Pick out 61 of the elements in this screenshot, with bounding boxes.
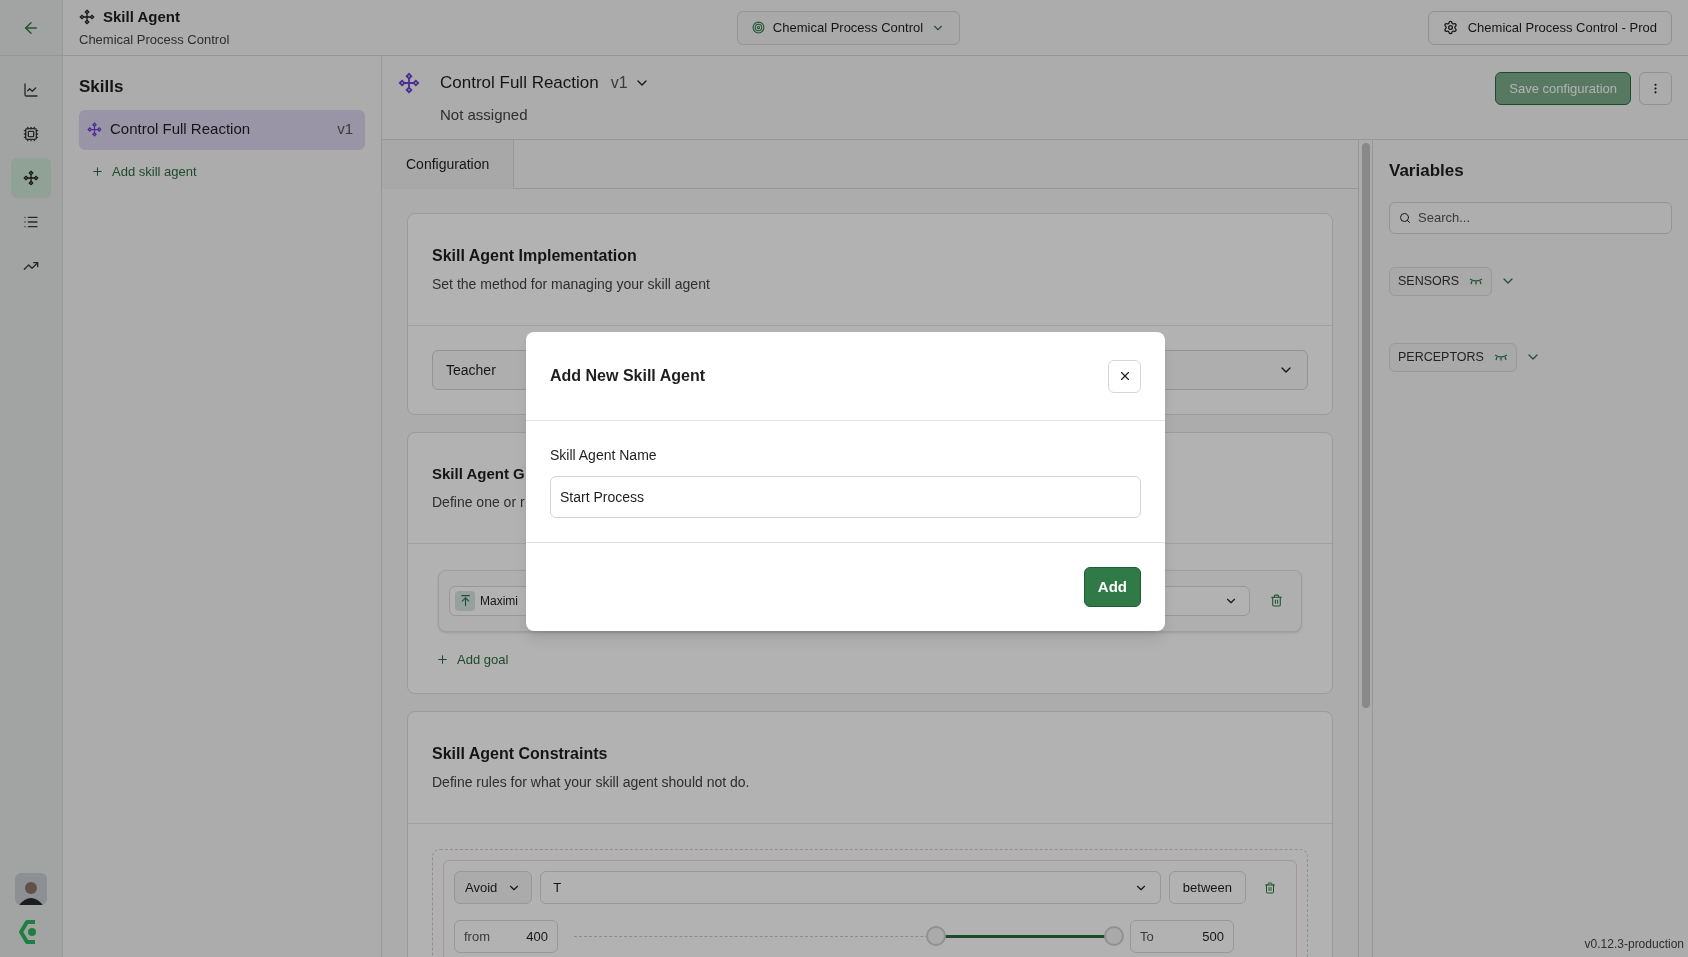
nodes-icon — [79, 8, 95, 25]
operator-select[interactable]: between — [1168, 871, 1246, 904]
dialog-title: Add New Skill Agent — [550, 366, 705, 386]
tab[interactable]: Configuration — [382, 140, 515, 189]
field-label: Skill Agent Name — [550, 446, 657, 465]
panel-title: Variables — [1389, 160, 1464, 182]
range-thumb[interactable] — [1104, 925, 1124, 946]
target-icon — [751, 21, 765, 34]
from-field[interactable]: from 400 — [454, 920, 558, 953]
name-input[interactable]: Start Process — [550, 476, 1141, 518]
version-label: v1 — [337, 119, 353, 140]
trash-icon — [1264, 881, 1276, 894]
plus-icon — [436, 652, 449, 666]
project-select[interactable]: Chemical Process Control — [736, 10, 961, 45]
card-title: Skill Agent Constraints — [432, 744, 608, 764]
range-thumb[interactable] — [925, 925, 946, 946]
nodes-icon — [398, 72, 420, 94]
skill-name: Control Full Reaction — [110, 119, 252, 140]
scrollbar-thumb[interactable] — [1361, 143, 1370, 708]
group-tag[interactable]: SENSORS — [1389, 266, 1493, 296]
skill-item[interactable]: Control Full Reaction v1 — [79, 109, 365, 150]
trash-icon — [1270, 594, 1283, 607]
version-text: v0.12.3-production — [1584, 936, 1684, 953]
variable-select[interactable]: T — [540, 871, 1161, 904]
field-label: from — [464, 927, 490, 946]
group-tag[interactable]: PERCEPTORS — [1389, 342, 1517, 372]
mode-select[interactable]: Avoid — [454, 871, 533, 904]
eye-closed-icon — [1493, 353, 1508, 361]
field-label: To — [1140, 927, 1154, 946]
avatar[interactable] — [15, 873, 47, 905]
card-title: Skill Agent Implementation — [432, 246, 637, 266]
skill-title: Control Full Reaction — [440, 72, 599, 94]
to-field[interactable]: To 500 — [1130, 920, 1234, 953]
field-value: 400 — [526, 927, 548, 946]
close-button[interactable] — [1108, 359, 1141, 393]
plus-icon — [91, 164, 104, 178]
card-title: Skill Agent G — [432, 464, 525, 484]
page-title: Skill Agent — [103, 6, 180, 27]
card-description: Define one or r — [432, 492, 525, 512]
eye-closed-icon — [1469, 277, 1484, 285]
deployment-button[interactable]: Chemical Process Control - Prod — [1427, 10, 1672, 45]
list-icon — [23, 214, 39, 230]
gear-icon — [1442, 20, 1458, 35]
arrow-up-icon — [458, 594, 472, 607]
page-subtitle: Chemical Process Control — [79, 31, 230, 49]
add-goal-link[interactable]: Add goal — [436, 649, 509, 669]
version-select[interactable]: v1 — [610, 70, 650, 95]
nav-button[interactable] — [11, 158, 51, 198]
line-chart-icon — [23, 82, 39, 98]
nodes-icon — [23, 170, 39, 186]
add-skill-link[interactable]: Add skill agent — [91, 161, 197, 181]
card-description: Set the method for managing your skill agent — [432, 275, 710, 294]
chip-icon — [23, 126, 39, 142]
search-field[interactable]: Search... — [1389, 201, 1672, 234]
field-value: 500 — [1202, 927, 1224, 946]
search-icon — [1399, 211, 1411, 224]
panel-title: Skills — [79, 76, 124, 98]
nodes-icon — [87, 122, 102, 137]
assignment-status: Not assigned — [440, 104, 529, 125]
card-description: Define rules for what your skill agent should not do. — [432, 773, 750, 792]
add-button[interactable]: Add — [1083, 567, 1141, 607]
